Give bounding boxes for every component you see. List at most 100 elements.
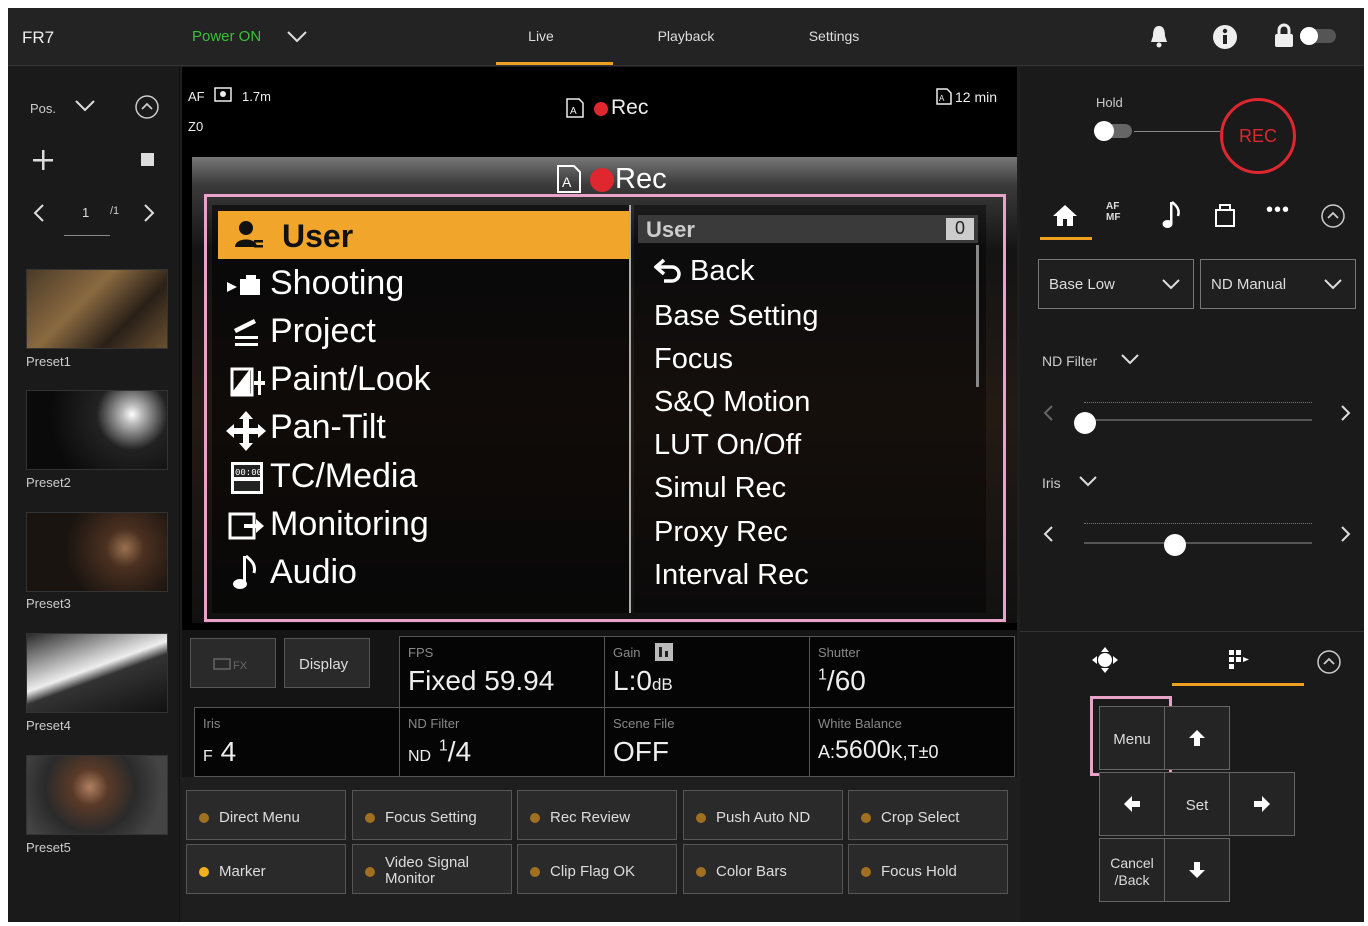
marker-button[interactable]: Marker [186, 844, 346, 894]
gain-mode-icon [655, 643, 673, 661]
collapse-icon[interactable] [1316, 649, 1342, 675]
push-auto-nd-button[interactable]: Push Auto ND [683, 790, 843, 840]
iris-slider-track[interactable] [1084, 542, 1312, 544]
menu-item-tc-media[interactable]: TC/Media [270, 457, 417, 496]
preset1-thumbnail[interactable] [26, 269, 168, 349]
lock-icon[interactable] [1272, 23, 1296, 49]
white-balance-label: White Balance [818, 716, 902, 731]
collapse-icon[interactable] [1320, 203, 1346, 229]
menu-item-user[interactable]: User [282, 218, 353, 255]
display-button[interactable]: Display [284, 638, 370, 688]
submenu-item-back[interactable]: Back [690, 255, 754, 288]
iris-cell[interactable]: Iris F 4 [194, 707, 400, 777]
direction-pad-icon[interactable] [1226, 647, 1250, 671]
bell-icon[interactable] [1148, 24, 1170, 48]
af-mf-icon[interactable]: AF MF [1106, 201, 1130, 223]
menu-item-shooting[interactable]: Shooting [270, 264, 404, 303]
focus-hold-button[interactable]: Focus Hold [848, 844, 1008, 894]
submenu-item-lut-onoff[interactable]: LUT On/Off [654, 429, 801, 462]
cancel-back-button[interactable]: Cancel /Back [1099, 838, 1165, 902]
preset4-thumbnail[interactable] [26, 633, 168, 713]
gain-label: Gain [613, 645, 641, 660]
direct-menu-button[interactable]: Direct Menu [186, 790, 346, 840]
hold-toggle[interactable] [1094, 121, 1132, 141]
menu-item-monitoring[interactable]: Monitoring [270, 505, 429, 544]
nd-mode-select[interactable]: ND Manual [1200, 259, 1356, 309]
submenu-item-simul-rec[interactable]: Simul Rec [654, 472, 786, 505]
submenu-item-focus[interactable]: Focus [654, 343, 733, 376]
chevron-right-icon[interactable] [1340, 404, 1352, 422]
iris-slider-thumb[interactable] [1164, 534, 1186, 556]
chevron-down-icon[interactable] [1120, 353, 1140, 365]
panel-divider [1020, 631, 1364, 632]
chevron-down-icon[interactable] [286, 30, 308, 44]
right-button[interactable] [1229, 772, 1295, 836]
rec-button[interactable]: REC [1220, 98, 1296, 174]
menu-selection-highlight [218, 211, 629, 259]
menu-item-audio[interactable]: Audio [270, 553, 357, 592]
menu-item-project[interactable]: Project [270, 312, 376, 351]
chevron-down-icon[interactable] [1078, 475, 1098, 487]
menu-item-paint-look[interactable]: Paint/Look [270, 360, 431, 399]
shutter-value: 1/60 [818, 665, 866, 696]
fps-cell[interactable]: FPS Fixed 59.94 [399, 636, 605, 708]
nd-slider-track[interactable] [1084, 419, 1312, 421]
gain-cell[interactable]: Gain L:0dB [604, 636, 810, 708]
scene-file-cell[interactable]: Scene File OFF [604, 707, 810, 777]
camera-icon [227, 275, 260, 295]
up-button[interactable] [1164, 706, 1230, 770]
tab-playback[interactable]: Playback [648, 28, 724, 44]
remaining-time: 12 min [955, 89, 998, 105]
collapse-icon[interactable] [134, 94, 160, 120]
svg-text:A: A [562, 174, 572, 190]
media-slot-icon[interactable] [1213, 202, 1237, 228]
chevron-left-icon[interactable] [1042, 525, 1054, 543]
white-balance-cell[interactable]: White Balance A:5600K,T±0 [809, 707, 1015, 777]
lock-toggle[interactable] [1300, 27, 1336, 45]
color-bars-button[interactable]: Color Bars [683, 844, 843, 894]
submenu-item-base-setting[interactable]: Base Setting [654, 300, 818, 333]
focus-setting-button[interactable]: Focus Setting [352, 790, 512, 840]
chevron-left-icon[interactable] [1042, 404, 1054, 422]
menu-rec-label: Rec [615, 163, 667, 195]
audio-icon[interactable] [1162, 200, 1182, 230]
video-signal-monitor-button[interactable]: Video Signal Monitor [352, 844, 512, 894]
base-select[interactable]: Base Low [1038, 259, 1194, 309]
set-button[interactable]: Set [1164, 772, 1230, 836]
nd-slider-thumb[interactable] [1074, 412, 1096, 434]
submenu-item-interval-rec[interactable]: Interval Rec [654, 559, 809, 592]
shutter-cell[interactable]: Shutter 1/60 [809, 636, 1015, 708]
stop-icon[interactable] [141, 153, 154, 166]
nd-filter-cell[interactable]: ND Filter ND 1/4 [399, 707, 605, 777]
chevron-down-icon[interactable] [74, 99, 96, 113]
rec-review-button[interactable]: Rec Review [517, 790, 677, 840]
preset2-thumbnail[interactable] [26, 390, 168, 470]
chevron-right-icon[interactable] [142, 203, 156, 223]
tab-live[interactable]: Live [508, 28, 574, 44]
submenu-item-proxy-rec[interactable]: Proxy Rec [654, 516, 788, 549]
top-bar: FR7 Power ON Live Playback Settings [8, 8, 1364, 66]
submenu-scrollbar[interactable] [976, 245, 979, 387]
add-icon[interactable] [32, 149, 54, 171]
menu-button[interactable]: Menu [1099, 706, 1165, 770]
chevron-left-icon[interactable] [32, 203, 46, 223]
more-icon[interactable]: ••• [1266, 199, 1290, 222]
gain-value: L:0dB [613, 665, 673, 696]
pan-tilt-joystick-icon[interactable] [1092, 647, 1118, 673]
menu-item-pan-tilt[interactable]: Pan-Tilt [270, 408, 386, 447]
preset5-thumbnail[interactable] [26, 755, 168, 835]
af-indicator: AF [188, 89, 205, 104]
chevron-right-icon[interactable] [1340, 525, 1352, 543]
media-icon: A [566, 98, 584, 118]
crop-select-button[interactable]: Crop Select [848, 790, 1008, 840]
down-button[interactable] [1164, 838, 1230, 902]
home-icon[interactable] [1052, 203, 1078, 227]
left-button[interactable] [1099, 772, 1165, 836]
preset3-thumbnail[interactable] [26, 512, 168, 592]
info-icon[interactable] [1212, 24, 1238, 50]
submenu-item-sq-motion[interactable]: S&Q Motion [654, 386, 810, 419]
tab-settings[interactable]: Settings [796, 28, 872, 44]
clip-flag-ok-button[interactable]: Clip Flag OK [517, 844, 677, 894]
power-status[interactable]: Power ON [192, 28, 261, 45]
overlay-toggle-button[interactable]: FX [190, 638, 276, 688]
